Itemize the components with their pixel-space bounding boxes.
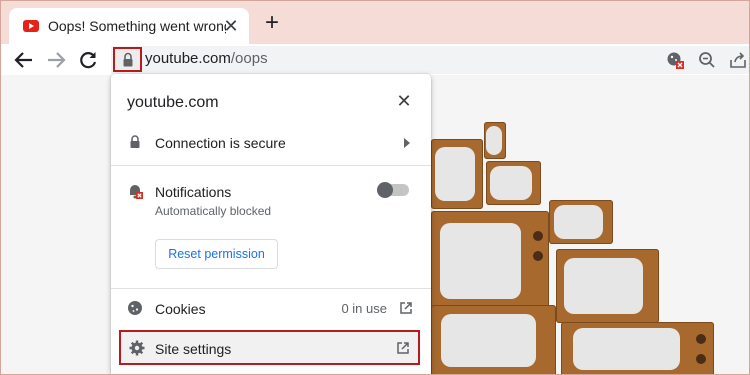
external-link-icon (397, 342, 409, 354)
url-host: youtube.com (145, 50, 231, 67)
back-arrow-icon[interactable] (12, 48, 36, 72)
cookies-count: 0 in use (341, 301, 387, 316)
lock-icon (130, 135, 140, 148)
browser-window: Oops! Something went wrong. - ✕ + youtub… (0, 0, 750, 375)
bell-blocked-icon (130, 185, 143, 199)
chevron-right-icon (404, 138, 410, 148)
tv-illustration (486, 161, 541, 205)
site-info-button[interactable] (113, 47, 142, 72)
tv-illustration (561, 322, 714, 374)
site-settings-label: Site settings (155, 341, 232, 357)
site-info-popup: youtube.com ✕ Connection is secure Notif… (111, 74, 431, 374)
tab-close-icon[interactable]: ✕ (221, 16, 241, 36)
divider (111, 288, 431, 289)
notifications-toggle[interactable] (377, 182, 409, 198)
popup-title: youtube.com (127, 94, 219, 111)
tab-youtube[interactable]: Oops! Something went wrong. - ✕ (9, 8, 249, 44)
gear-icon (129, 340, 145, 356)
reload-icon[interactable] (76, 48, 100, 72)
tab-strip: Oops! Something went wrong. - ✕ + (1, 1, 749, 44)
tv-illustration (484, 122, 506, 159)
tv-illustration (431, 139, 483, 209)
notifications-label: Notifications (155, 184, 232, 200)
tv-illustration (549, 200, 613, 244)
tv-illustration (556, 249, 659, 323)
tab-title: Oops! Something went wrong. - (48, 18, 226, 34)
external-link-icon (400, 302, 412, 314)
toggle-thumb (377, 182, 393, 198)
url-path: /oops (230, 50, 268, 67)
cookie-icon (128, 301, 142, 315)
lock-icon (123, 52, 133, 67)
zoom-icon[interactable] (697, 50, 717, 70)
close-icon[interactable]: ✕ (395, 92, 413, 110)
forward-arrow-icon[interactable] (44, 48, 68, 72)
blocked-permission-icon[interactable] (665, 50, 685, 70)
new-tab-button[interactable]: + (260, 11, 284, 36)
site-settings-row[interactable]: Site settings (119, 330, 420, 365)
tv-illustration (431, 305, 556, 374)
url-text[interactable]: youtube.com/oops (145, 50, 268, 67)
notifications-status: Automatically blocked (155, 204, 272, 218)
cookies-label: Cookies (155, 301, 206, 317)
divider (111, 165, 431, 166)
tv-illustration (431, 211, 549, 311)
reset-permission-button[interactable]: Reset permission (155, 239, 278, 269)
youtube-favicon (23, 20, 39, 32)
connection-label: Connection is secure (155, 135, 286, 151)
share-icon[interactable] (728, 50, 748, 70)
